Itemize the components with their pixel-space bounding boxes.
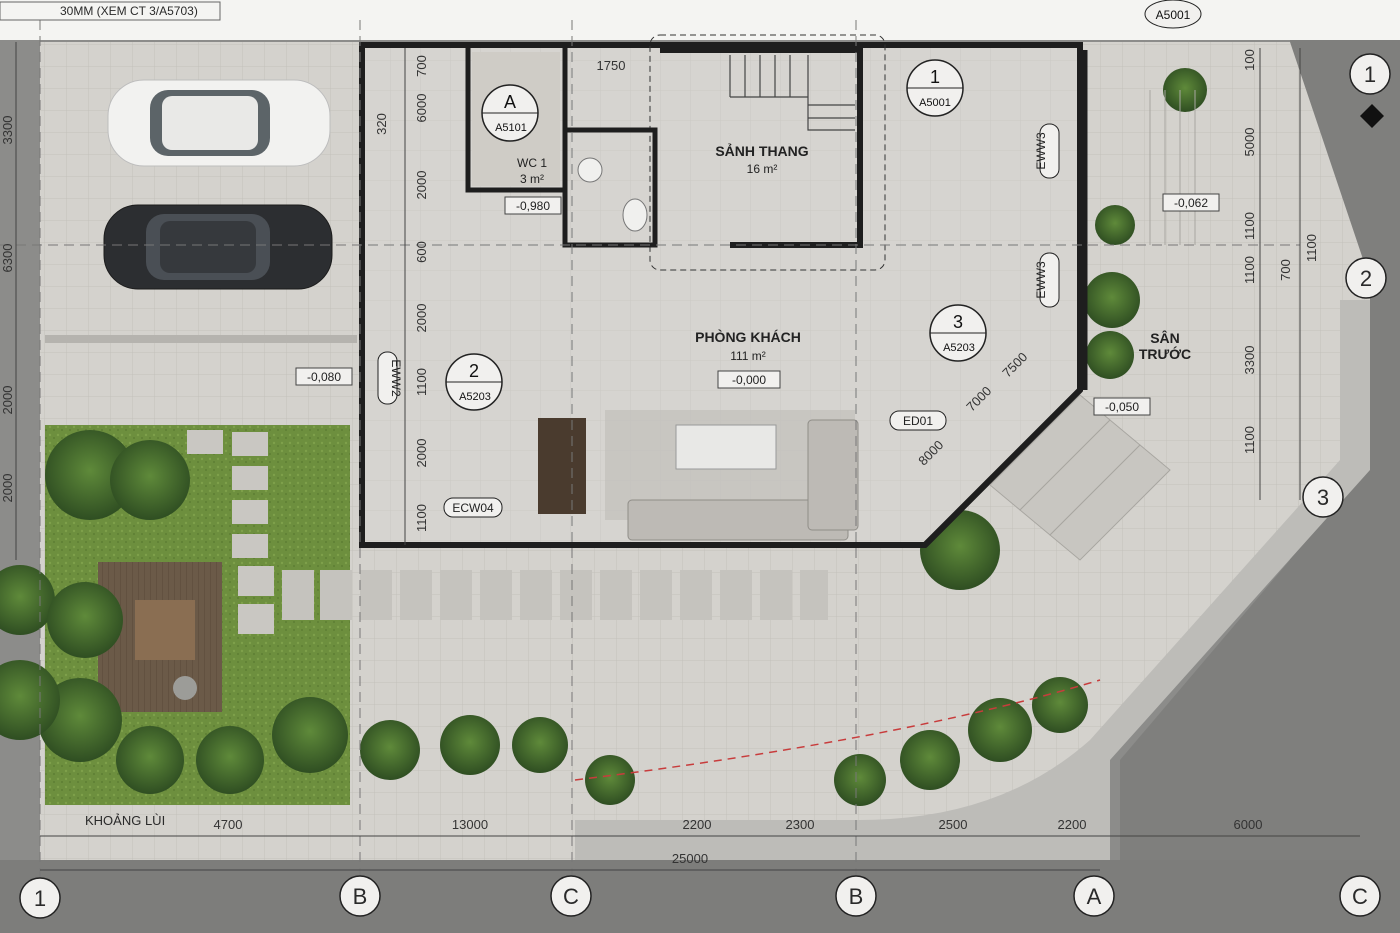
car-black xyxy=(103,204,333,290)
section-tag-a[interactable]: A A5101 xyxy=(481,84,539,142)
level-yard: -0,062 xyxy=(1174,196,1208,210)
dim-bottom-1: 4700 xyxy=(214,817,243,832)
room-area-living: 111 m² xyxy=(730,349,766,363)
axis-bubble-right-1: 1 xyxy=(1349,53,1391,95)
dim-bottom-2: 13000 xyxy=(452,817,488,832)
dim-left-2: 6300 xyxy=(0,244,15,273)
sheet-top-right: A5001 xyxy=(1156,8,1191,22)
carport-curb xyxy=(45,335,357,343)
level-living: -0,000 xyxy=(732,373,766,387)
setback-label: KHOẢNG LÙI xyxy=(85,813,165,828)
room-area-wc: 3 m² xyxy=(520,172,544,186)
dim-left-4: 2000 xyxy=(0,474,15,503)
axis-bottom-4: B xyxy=(849,884,864,909)
sheet-tag-top-right[interactable]: A5001 xyxy=(1144,0,1202,29)
axis-bubble-bottom-6: C xyxy=(1339,875,1381,917)
dim-bottom-3: 2200 xyxy=(683,817,712,832)
section-a-sheet: A5101 xyxy=(495,122,527,134)
dim-320: 320 xyxy=(374,113,389,135)
dim-inner-7: 2000 xyxy=(414,439,429,468)
section-1-id: 1 xyxy=(930,67,940,87)
tag-ed01-label: ED01 xyxy=(903,414,933,428)
dim-right-1: 100 xyxy=(1242,49,1257,71)
floor-plan: 30MM (XEM CT 3/A5703) PHÒNG KHÁCH 111 m²… xyxy=(0,0,1400,933)
dim-inner-1: 700 xyxy=(414,55,429,77)
tag-eww2[interactable]: EWW2 xyxy=(377,351,403,405)
level-entry: -0,050 xyxy=(1105,400,1139,414)
tag-eww3-top-label: EWW3 xyxy=(1034,132,1048,170)
dim-right-6: 1100 xyxy=(1242,426,1257,454)
section-tag-3[interactable]: 3 A5203 xyxy=(929,304,987,362)
sofa-chaise xyxy=(807,419,859,531)
room-name-front-yard-2: TRƯỚC xyxy=(1139,345,1191,362)
axis-bubble-bottom-2: B xyxy=(339,875,381,917)
dim-right-4: 1100 xyxy=(1242,256,1257,284)
tag-ecw04-label: ECW04 xyxy=(452,501,494,515)
level-carport: -0,080 xyxy=(307,370,341,384)
dim-bottom-5: 2500 xyxy=(939,817,968,832)
dim-total: 25000 xyxy=(672,851,708,866)
section-tag-1[interactable]: 1 A5001 xyxy=(906,59,964,117)
dim-left-3: 2000 xyxy=(0,386,15,415)
section-a-id: A xyxy=(504,92,516,112)
dim-inner-6: 1100 xyxy=(414,368,429,396)
tag-ed01[interactable]: ED01 xyxy=(889,410,947,431)
section-tag-2[interactable]: 2 A5203 xyxy=(445,353,503,411)
axis-bubble-bottom-5: A xyxy=(1073,875,1115,917)
note-top: 30MM (XEM CT 3/A5703) xyxy=(60,4,198,18)
section-1-sheet: A5001 xyxy=(919,97,951,109)
car-white xyxy=(107,79,331,167)
room-name-living: PHÒNG KHÁCH xyxy=(695,328,801,345)
axis-bubble-bottom-4: B xyxy=(835,875,877,917)
axis-bottom-2: B xyxy=(353,884,368,909)
axis-bubble-right-3: 3 xyxy=(1302,476,1344,518)
dim-inner-3: 2000 xyxy=(414,171,429,200)
road-bottom xyxy=(0,860,1400,933)
coffee-table xyxy=(675,424,777,470)
axis-right-1: 1 xyxy=(1364,62,1376,87)
tag-eww2-label: EWW2 xyxy=(389,359,403,397)
dim-bottom-7: 6000 xyxy=(1234,817,1263,832)
dim-left-1: 3300 xyxy=(0,116,15,145)
dim-right-2: 5000 xyxy=(1242,128,1257,157)
axis-bottom-3: C xyxy=(563,884,579,909)
dim-inner-4: 600 xyxy=(414,241,429,263)
dim-right-2-2: 1100 xyxy=(1304,234,1319,262)
toilet-icon xyxy=(622,198,648,232)
axis-bubble-bottom-1: 1 xyxy=(19,877,61,919)
level-wc: -0,980 xyxy=(516,199,550,213)
section-3-id: 3 xyxy=(953,312,963,332)
dim-inner-5: 2000 xyxy=(414,304,429,333)
section-2-id: 2 xyxy=(469,361,479,381)
dim-1750: 1750 xyxy=(597,58,626,73)
room-area-stair-hall: 16 m² xyxy=(747,162,778,176)
axis-bubble-bottom-3: C xyxy=(550,875,592,917)
dim-bottom-6: 2200 xyxy=(1058,817,1087,832)
dim-right-5: 3300 xyxy=(1242,346,1257,375)
axis-right-2: 2 xyxy=(1360,266,1372,291)
tag-eww3-mid-label: EWW3 xyxy=(1034,261,1048,299)
axis-bottom-6: C xyxy=(1352,884,1368,909)
room-name-front-yard-1: SÂN xyxy=(1150,329,1180,346)
axis-right-3: 3 xyxy=(1317,485,1329,510)
dim-inner-8: 1100 xyxy=(414,504,429,532)
section-3-sheet: A5203 xyxy=(943,342,975,354)
tv-console xyxy=(538,418,586,514)
axis-bottom-5: A xyxy=(1087,884,1102,909)
dim-right-2-1: 700 xyxy=(1278,259,1293,281)
wc-basin-icon xyxy=(577,157,603,183)
dim-right-3: 1100 xyxy=(1242,212,1257,240)
axis-bubble-right-2: 2 xyxy=(1345,257,1387,299)
dim-inner-2: 6000 xyxy=(414,94,429,123)
room-name-stair-hall: SẢNH THANG xyxy=(715,143,808,159)
dim-bottom-4: 2300 xyxy=(786,817,815,832)
room-name-wc: WC 1 xyxy=(517,156,547,170)
section-2-sheet: A5203 xyxy=(459,391,491,403)
axis-bottom-1: 1 xyxy=(34,886,46,911)
tag-ecw04[interactable]: ECW04 xyxy=(443,497,503,518)
